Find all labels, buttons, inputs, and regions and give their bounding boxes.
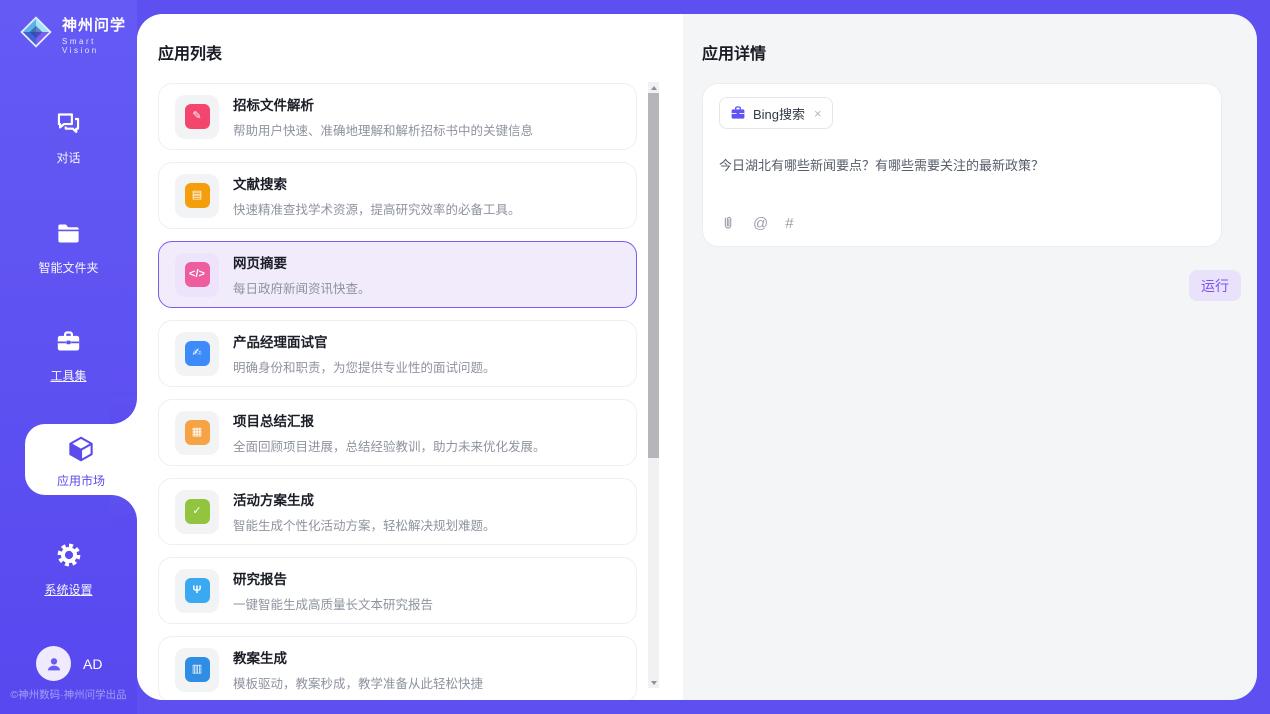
scroll-down-arrow-icon[interactable] [648,677,659,688]
tool-chip-bing-search[interactable]: Bing搜索 × [719,97,833,129]
browser-code-icon: </> [175,253,219,297]
app-desc: 每日政府新闻资讯快查。 [233,278,371,297]
sidebar-item-label: 智能文件夹 [0,259,137,276]
summary-report-icon: ▦ [175,411,219,455]
sidebar-item-label: 对话 [0,149,137,166]
content-shell: 应用列表 ✎ 招标文件解析 帮助用户快速、准确地理解和解析招标书中的关键信息 ▤… [137,14,1257,700]
app-title: 项目总结汇报 [233,410,546,430]
app-desc: 模板驱动，教案秒成，教学准备从此轻松快捷 [233,673,483,692]
list-scrollbar [648,82,659,688]
app-list-title: 应用列表 [158,40,683,64]
app-title: 活动方案生成 [233,489,496,509]
sidebar-item-label: 系统设置 [0,581,137,598]
copyright-text: ©神州数码·神州问学出品 [0,687,137,702]
folder-icon [55,220,82,252]
app-card-literature-search[interactable]: ▤ 文献搜索 快速精准查找学术资源，提高研究效率的必备工具。 [158,162,637,229]
person-icon [44,654,64,674]
clipboard-check-icon: ✓ [175,490,219,534]
tab-corner-top [109,396,137,424]
mention-icon[interactable]: @ [753,215,768,232]
app-title: 研究报告 [233,568,433,588]
brand-name: 神州问学 [62,17,126,34]
microscope-icon: Ψ [175,569,219,613]
toolbox-icon [55,328,82,360]
prompt-toolbar: @ # [719,215,1205,232]
avatar [36,646,71,681]
cube-icon [66,434,96,469]
sidebar-item-settings[interactable]: 系统设置 [0,541,137,598]
app-desc: 智能生成个性化活动方案，轻松解决规划难题。 [233,515,496,534]
app-desc: 一键智能生成高质量长文本研究报告 [233,594,433,613]
app-card-research-report[interactable]: Ψ 研究报告 一键智能生成高质量长文本研究报告 [158,557,637,624]
app-title: 产品经理面试官 [233,331,496,351]
app-desc: 帮助用户快速、准确地理解和解析招标书中的关键信息 [233,120,533,139]
app-card-web-summary[interactable]: </> 网页摘要 每日政府新闻资讯快查。 [158,241,637,308]
hash-icon[interactable]: # [785,215,793,232]
app-title: 文献搜索 [233,173,521,193]
app-desc: 快速精准查找学术资源，提高研究效率的必备工具。 [233,199,521,218]
user-account[interactable]: AD [36,646,102,681]
app-card-bid-document-parsing[interactable]: ✎ 招标文件解析 帮助用户快速、准确地理解和解析招标书中的关键信息 [158,83,637,150]
app-list-panel: 应用列表 ✎ 招标文件解析 帮助用户快速、准确地理解和解析招标书中的关键信息 ▤… [137,14,683,700]
app-list: ✎ 招标文件解析 帮助用户快速、准确地理解和解析招标书中的关键信息 ▤ 文献搜索… [158,83,637,700]
sidebar: 神州问学 Smart Vision 对话 智能文件夹 [0,0,137,714]
pen-square-icon: ✎ [175,95,219,139]
briefcase-icon [730,105,746,121]
gem-icon [18,14,54,55]
interview-doc-icon: ✍ [175,332,219,376]
prompt-card: Bing搜索 × 今日湖北有哪些新闻要点？有哪些需要关注的最新政策？ @ # [702,83,1222,247]
sidebar-item-app-market[interactable]: 应用市场 [25,424,137,495]
brand-logo: 神州问学 Smart Vision [18,14,137,55]
tool-chip-label: Bing搜索 [753,104,805,123]
sidebar-item-smart-folders[interactable]: 智能文件夹 [0,220,137,276]
app-desc: 明确身份和职责，为您提供专业性的面试问题。 [233,357,496,376]
run-button[interactable]: 运行 [1189,270,1241,301]
app-detail-title: 应用详情 [702,40,1257,64]
app-card-event-plan[interactable]: ✓ 活动方案生成 智能生成个性化活动方案，轻松解决规划难题。 [158,478,637,545]
brand-subtitle: Smart Vision [62,37,137,55]
scrollbar-thumb[interactable] [648,93,659,458]
scroll-up-arrow-icon[interactable] [648,82,659,93]
app-title: 网页摘要 [233,252,371,272]
app-card-project-summary[interactable]: ▦ 项目总结汇报 全面回顾项目进展，总结经验教训，助力未来优化发展。 [158,399,637,466]
app-title: 招标文件解析 [233,94,533,114]
sidebar-item-chat[interactable]: 对话 [0,110,137,166]
tab-corner-bottom [109,495,137,523]
app-desc: 全面回顾项目进展，总结经验教训，助力未来优化发展。 [233,436,546,455]
app-card-pm-interviewer[interactable]: ✍ 产品经理面试官 明确身份和职责，为您提供专业性的面试问题。 [158,320,637,387]
attachment-icon[interactable] [719,215,736,232]
app-card-lesson-plan[interactable]: ▥ 教案生成 模板驱动，教案秒成，教学准备从此轻松快捷 [158,636,637,700]
user-name: AD [83,656,102,672]
book-icon: ▤ [175,174,219,218]
app-title: 教案生成 [233,647,483,667]
app-detail-panel: 应用详情 Bing搜索 × 今日湖北有哪些新闻要点？有哪些需要关注的最新政策？ [683,14,1257,700]
close-icon[interactable]: × [814,106,822,121]
sidebar-item-toolset[interactable]: 工具集 [0,328,137,384]
books-icon: ▥ [175,648,219,692]
sidebar-item-label: 工具集 [0,367,137,384]
sidebar-item-label: 应用市场 [25,472,137,489]
chat-icon [55,110,82,142]
gear-icon [55,541,83,574]
prompt-input[interactable]: 今日湖北有哪些新闻要点？有哪些需要关注的最新政策？ [719,155,1205,174]
